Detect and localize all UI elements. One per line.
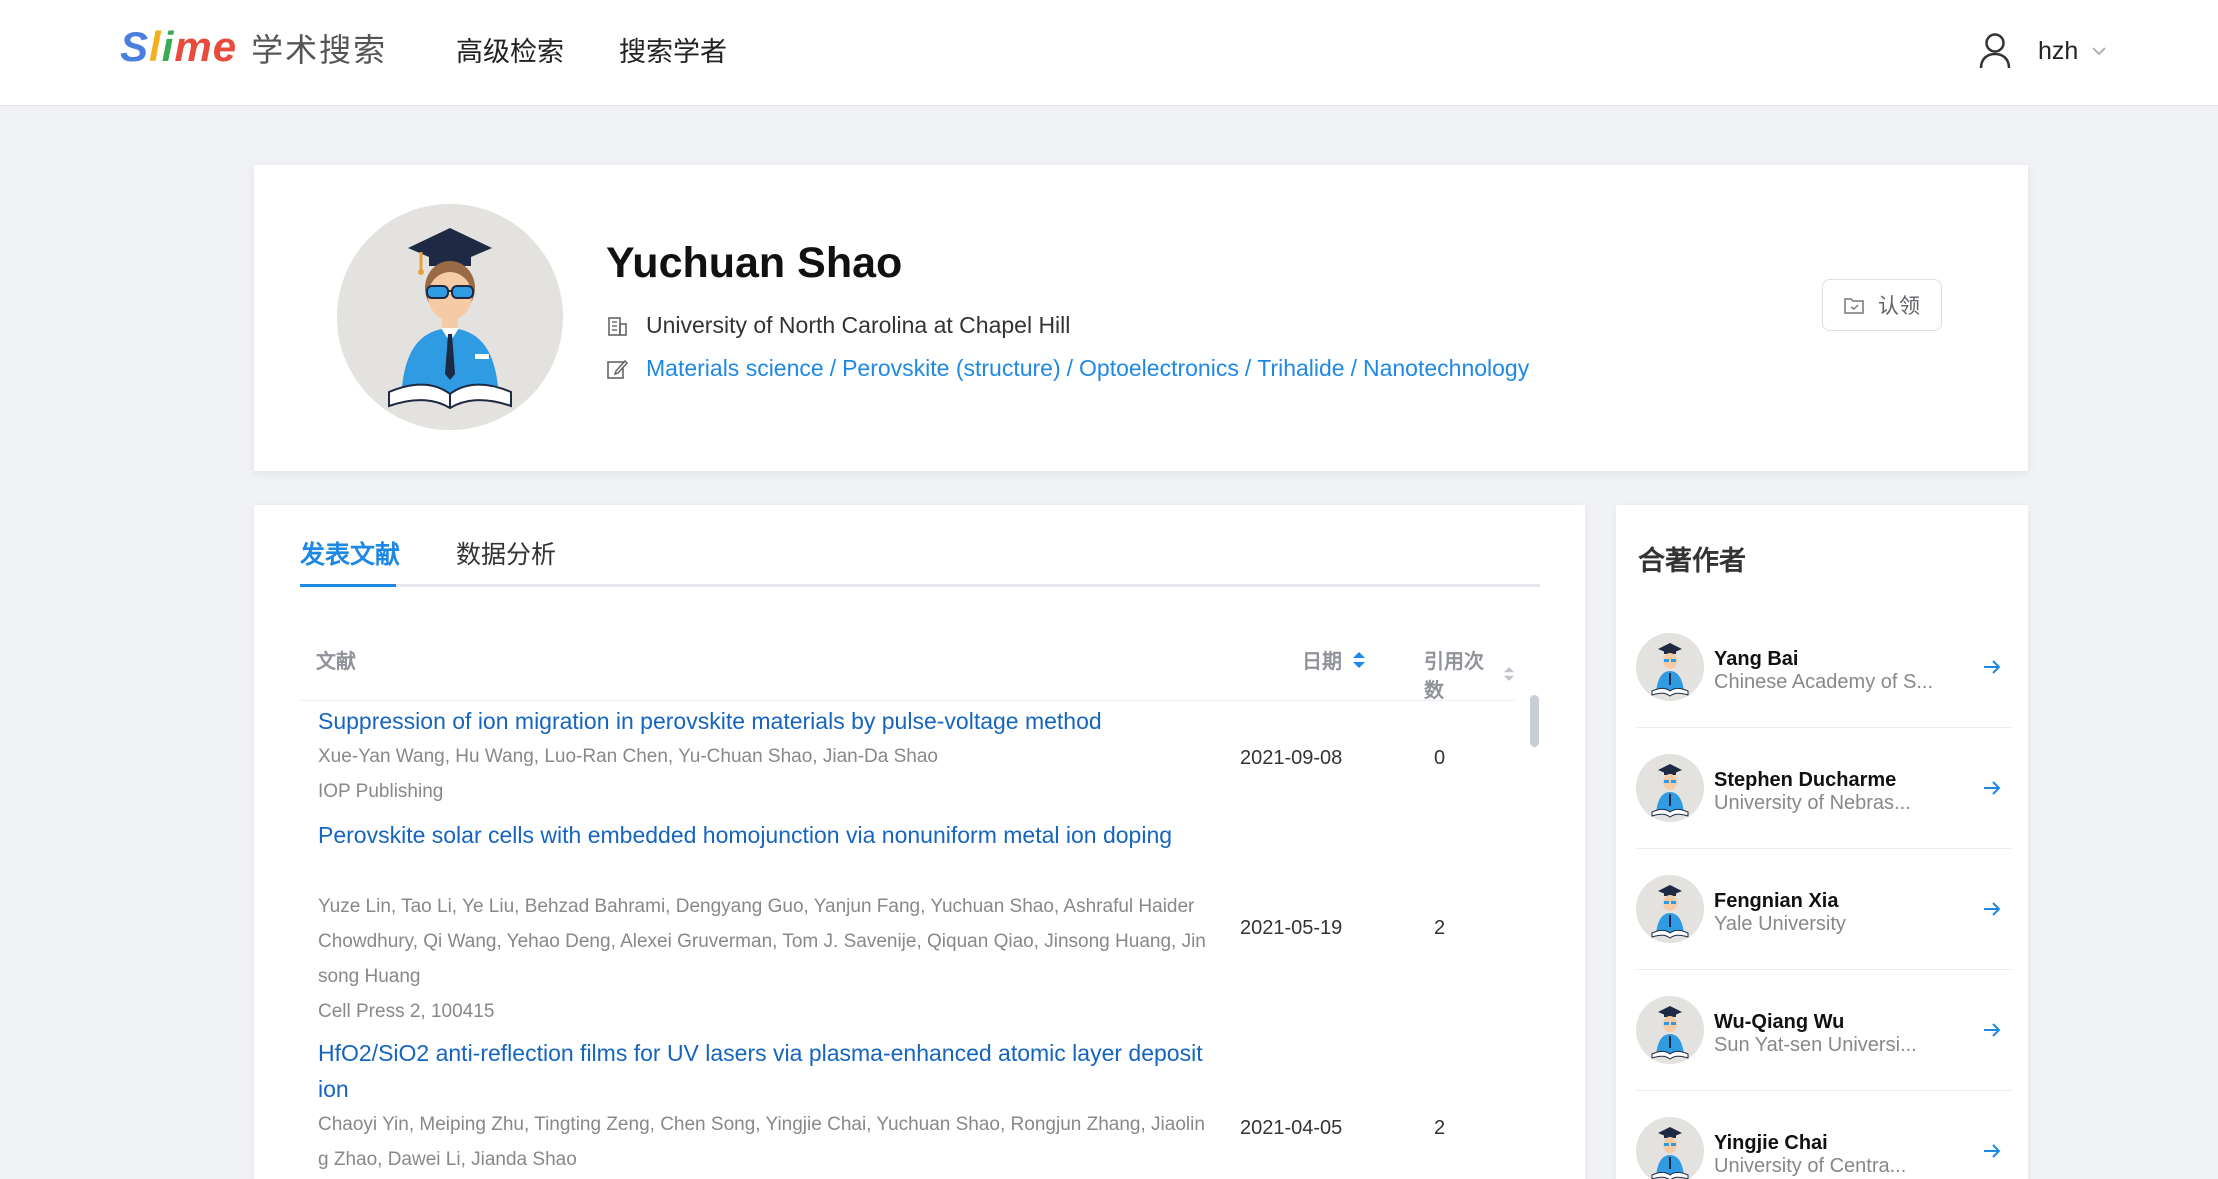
tag-separator: / (1066, 355, 1074, 381)
table-scrollbar[interactable] (1530, 695, 1539, 747)
column-header-date-label: 日期 (1302, 649, 1342, 673)
nav-search-scholar[interactable]: 搜索学者 (619, 30, 727, 69)
scholar-avatar (337, 204, 563, 430)
paper-date: 2021-09-08 (1240, 747, 1343, 769)
column-header-doc: 文献 (316, 649, 356, 673)
logo-letter: S (120, 23, 150, 70)
paper-authors: Xue-Yan Wang, Hu Wang, Luo-Ran Chen, Yu-… (318, 746, 938, 767)
table-row: HfO2/SiO2 anti-reflection films for UV l… (300, 1035, 1515, 1179)
active-tab-indicator (300, 584, 396, 587)
scholar-tag[interactable]: Nanotechnology (1363, 355, 1529, 382)
coauthor-name: Yingjie Chai (1714, 1132, 1828, 1154)
logo-letter: m (174, 23, 213, 70)
paper-authors: Chaoyi Yin, Meiping Zhu, Tingting Zeng, … (318, 1114, 1205, 1170)
paper-title[interactable]: Suppression of ion migration in perovski… (318, 703, 1206, 739)
scholar-institution: University of North Carolina at Chapel H… (646, 312, 1071, 338)
graduate-avatar-icon (1636, 1117, 1704, 1179)
scholar-tag[interactable]: Materials science (646, 355, 824, 382)
table-row: Perovskite solar cells with embedded hom… (300, 817, 1515, 1035)
tab-data-analysis[interactable]: 数据分析 (456, 535, 556, 571)
paper-title[interactable]: HfO2/SiO2 anti-reflection films for UV l… (318, 1035, 1206, 1107)
tag-separator: / (829, 355, 837, 381)
tab-publications[interactable]: 发表文献 (300, 535, 400, 571)
coauthor-affiliation: Sun Yat-sen Universi... (1714, 1034, 1917, 1056)
scholar-institution-row: University of North Carolina at Chapel H… (606, 312, 1070, 339)
coauthor-affiliation: University of Centra... (1714, 1155, 1907, 1177)
coauthor-item[interactable]: Wu-Qiang Wu Sun Yat-sen Universi... (1636, 969, 2012, 1089)
paper-date: 2021-05-19 (1240, 917, 1343, 939)
site-logo[interactable]: S l i m e 学术搜索 (120, 23, 388, 71)
coauthor-name: Stephen Ducharme (1714, 769, 1897, 791)
coauthor-item[interactable]: Yang Bai Chinese Academy of S... (1636, 607, 2012, 727)
user-menu[interactable]: hzh (1978, 28, 2106, 74)
coauthors-title: 合著作者 (1638, 546, 1746, 577)
graduate-avatar-icon (1636, 754, 1704, 822)
scholar-tag[interactable]: Trihalide (1257, 355, 1344, 382)
graduate-avatar-icon (337, 204, 563, 430)
logo-subtitle: 学术搜索 (251, 31, 388, 69)
paper-date: 2021-04-05 (1240, 1117, 1343, 1139)
coauthor-item[interactable]: Yingjie Chai University of Centra... (1636, 1090, 2012, 1179)
tag-separator: / (1350, 355, 1357, 381)
avatar (1636, 996, 1704, 1064)
top-navbar: S l i m e 学术搜索 高级检索 搜索学者 hzh (0, 0, 2218, 106)
coauthor-affiliation: Yale University (1714, 913, 1846, 935)
scholar-tag[interactable]: Perovskite (structure) (842, 355, 1061, 382)
edit-icon (607, 359, 628, 379)
graduate-avatar-icon (1636, 875, 1704, 943)
coauthor-item[interactable]: Fengnian Xia Yale University (1636, 848, 2012, 968)
arrow-right-icon[interactable] (1982, 1141, 2002, 1161)
panel-tabs: 发表文献 数据分析 (300, 505, 1540, 587)
publications-panel: 发表文献 数据分析 文献 日期 引用次数 Suppression of ion … (254, 505, 1585, 1179)
paper-citations: 2 (1434, 917, 1446, 939)
paper-venue: Cell Press 2, 100415 (318, 1001, 495, 1022)
sort-icon[interactable] (1503, 663, 1515, 685)
logo-letter: i (161, 23, 175, 70)
building-icon (608, 316, 627, 336)
graduate-avatar-icon (1636, 996, 1704, 1064)
avatar (1636, 633, 1704, 701)
scholar-tag[interactable]: Optoelectronics (1079, 355, 1239, 382)
logo-wordmark: S l i m e (120, 23, 238, 71)
scholar-tags-row: Materials science / Perovskite (structur… (606, 355, 1529, 382)
user-icon (1979, 33, 2011, 69)
scholar-profile-card: Yuchuan Shao University of North Carolin… (254, 165, 2028, 471)
arrow-right-icon[interactable] (1982, 1020, 2002, 1040)
coauthor-name: Wu-Qiang Wu (1714, 1011, 1845, 1033)
paper-citations: 2 (1434, 1117, 1446, 1139)
coauthor-name: Fengnian Xia (1714, 890, 1839, 912)
coauthor-item[interactable]: Stephen Ducharme University of Nebras... (1636, 727, 2012, 847)
arrow-right-icon[interactable] (1982, 899, 2002, 919)
paper-citations: 0 (1434, 747, 1446, 769)
table-header: 文献 日期 引用次数 (300, 615, 1515, 703)
column-header-citations-label: 引用次数 (1424, 649, 1484, 702)
paper-authors: Yuze Lin, Tao Li, Ye Liu, Behzad Bahrami… (318, 896, 1206, 987)
arrow-right-icon[interactable] (1982, 778, 2002, 798)
claim-button[interactable]: 认领 (1822, 279, 1942, 331)
coauthor-name: Yang Bai (1714, 648, 1799, 670)
column-header-citations[interactable]: 引用次数 (1424, 645, 1515, 703)
nav-advanced-search[interactable]: 高级检索 (456, 30, 564, 69)
column-header-date[interactable]: 日期 (1302, 645, 1366, 674)
coauthor-affiliation: Chinese Academy of S... (1714, 671, 1934, 693)
user-name: hzh (2038, 36, 2079, 65)
graduate-avatar-icon (1636, 633, 1704, 701)
paper-title[interactable]: Perovskite solar cells with embedded hom… (318, 817, 1206, 853)
logo-letter: e (212, 23, 238, 70)
claim-label: 认领 (1878, 294, 1920, 318)
coauthors-panel: 合著作者 Yang Bai Chinese Academy of S... St… (1616, 505, 2028, 1179)
avatar (1636, 754, 1704, 822)
avatar (1636, 875, 1704, 943)
logo-letter: l (149, 23, 162, 70)
sort-icon[interactable] (1352, 649, 1366, 671)
coauthor-affiliation: University of Nebras... (1714, 792, 1911, 814)
table-row: Suppression of ion migration in perovski… (300, 703, 1515, 815)
scholar-name: Yuchuan Shao (606, 239, 903, 287)
paper-venue: IOP Publishing (318, 781, 444, 802)
chevron-down-icon (2092, 47, 2106, 56)
avatar (1636, 1117, 1704, 1179)
folder-icon (1844, 298, 1864, 314)
tag-separator: / (1244, 355, 1252, 381)
arrow-right-icon[interactable] (1982, 657, 2002, 677)
